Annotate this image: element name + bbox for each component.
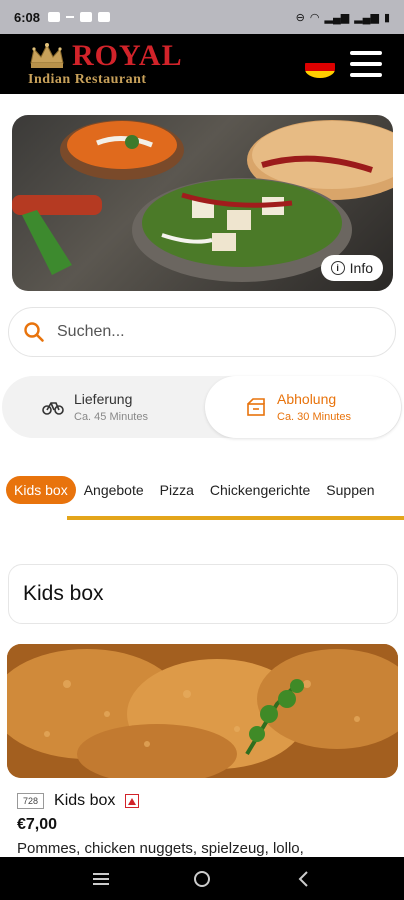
minus-icon (66, 16, 75, 18)
restaurant-logo[interactable]: ROYAL Indian Restaurant (28, 41, 183, 87)
tab-pizza[interactable]: Pizza (152, 476, 202, 504)
brand-name: ROYAL (72, 39, 183, 72)
notification-icon (80, 12, 93, 22)
pickup-box-icon (247, 398, 265, 416)
tab-angebote[interactable]: Angebote (76, 476, 152, 504)
search-bar (8, 307, 396, 357)
product-header: 728 Kids box (17, 792, 140, 810)
delivery-option[interactable]: Lieferung Ca. 45 Minutes (42, 376, 148, 438)
search-input[interactable] (57, 323, 357, 341)
home-icon[interactable] (191, 868, 213, 890)
product-description: Pommes, chicken nuggets, spielzeug, loll… (17, 840, 304, 857)
order-mode-toggle: Lieferung Ca. 45 Minutes Abholung Ca. 30… (2, 376, 402, 438)
status-bar: 6:08 ⊖ ◠ ▂▄▆ ▂▄▆ ▮ (0, 0, 404, 34)
system-nav-bar (0, 857, 404, 900)
product-number: 728 (17, 793, 45, 809)
product-image[interactable] (7, 644, 398, 778)
wifi-icon: ◠ (309, 11, 320, 24)
info-icon: i (330, 261, 345, 275)
delivery-eta: Ca. 45 Minutes (74, 411, 148, 423)
battery-icon: ▮ (383, 11, 390, 24)
info-label: Info (349, 260, 373, 276)
allergen-warning-icon[interactable] (125, 794, 140, 808)
pickup-eta: Ca. 30 Minutes (277, 411, 351, 423)
signal-icon-2: ▂▄▆ (354, 11, 379, 24)
brand-subtitle: Indian Restaurant (28, 72, 147, 87)
app-header: ROYAL Indian Restaurant (0, 34, 404, 94)
crown-icon (30, 43, 64, 68)
hamburger-menu-button[interactable] (350, 51, 382, 77)
pickup-title: Abholung (277, 391, 337, 407)
product-name[interactable]: Kids box (54, 792, 115, 810)
mail-icon (98, 12, 111, 22)
category-tabs: Kids box Angebote Pizza Chickengerichte … (0, 474, 404, 522)
tab-kids-box[interactable]: Kids box (6, 476, 76, 504)
product-price: €7,00 (17, 816, 58, 833)
pickup-option[interactable]: Abholung Ca. 30 Minutes (205, 376, 401, 438)
info-button[interactable]: i Info (320, 255, 383, 281)
message-icon (48, 12, 61, 22)
bicycle-icon (42, 402, 64, 415)
search-icon (24, 322, 44, 342)
tab-suppen[interactable]: Suppen (318, 476, 382, 504)
status-time: 6:08 (14, 9, 41, 25)
language-flag-icon[interactable] (305, 56, 335, 78)
recent-apps-icon[interactable] (90, 868, 112, 890)
signal-icon: ▂▄▆ (324, 11, 350, 24)
delivery-title: Lieferung (74, 391, 133, 407)
tab-chickengerichte[interactable]: Chickengerichte (202, 476, 318, 504)
tab-underline (67, 516, 404, 520)
section-title: Kids box (8, 564, 398, 624)
hero-food-image: i Info (12, 115, 393, 291)
back-icon[interactable] (292, 868, 314, 890)
do-not-disturb-icon: ⊖ (295, 11, 305, 24)
fried-chicken-image (7, 644, 398, 778)
